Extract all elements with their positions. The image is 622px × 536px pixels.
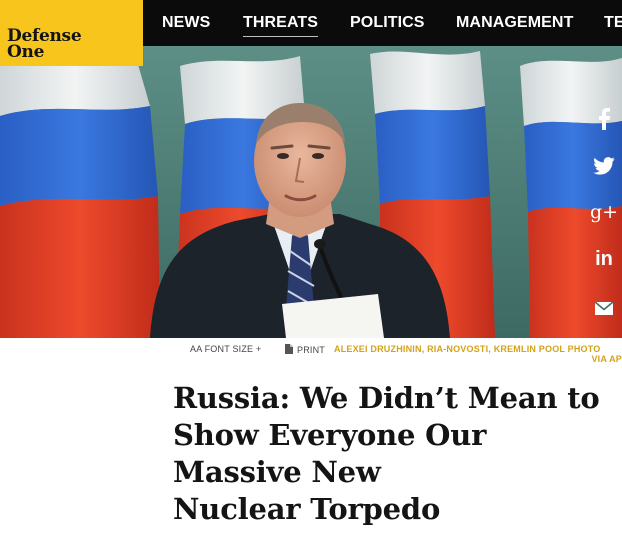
twitter-share-button[interactable] (586, 151, 622, 181)
email-share-button[interactable] (586, 293, 622, 323)
facebook-icon (599, 108, 610, 130)
site-logo[interactable]: Defense One (0, 0, 143, 66)
nav-news[interactable]: NEWS (162, 14, 210, 32)
photo-credit-line-2: VIA AP (591, 354, 622, 364)
photo-credit-line-1: ALEXEI DRUZHININ, RIA-NOVOSTI, KREMLIN P… (334, 344, 601, 354)
nav-tech[interactable]: TE (604, 14, 622, 32)
facebook-share-button[interactable] (586, 104, 622, 134)
print-label: PRINT (297, 345, 325, 355)
google-plus-share-button[interactable]: g+ (586, 197, 622, 227)
google-plus-icon: g+ (589, 201, 619, 223)
hero-photo (0, 46, 622, 338)
twitter-icon (593, 157, 615, 175)
nav-threats[interactable]: THREATS (243, 14, 319, 37)
article-title-line-4: Nuclear Torpedo (173, 492, 441, 526)
hero-image (0, 46, 622, 338)
print-button[interactable]: PRINT (284, 344, 325, 355)
article-title-line-3: Massive New (173, 455, 381, 489)
nav-management[interactable]: MANAGEMENT (456, 14, 573, 32)
logo-line-2: One (7, 42, 45, 62)
article-title: Russia: We Didn’t Mean to Show Everyone … (173, 380, 618, 528)
print-icon (285, 344, 293, 354)
linkedin-share-button[interactable]: in (586, 244, 622, 274)
image-caption-bar: AA FONT SIZE + PRINT ALEXEI DRUZHININ, R… (0, 340, 622, 366)
photo-credit: ALEXEI DRUZHININ, RIA-NOVOSTI, KREMLIN P… (334, 344, 622, 364)
logo-wordmark: Defense One (7, 28, 117, 62)
font-size-control[interactable]: AA FONT SIZE + (190, 344, 261, 354)
article-title-line-2: Show Everyone Our (173, 418, 487, 452)
article-title-line-1: Russia: We Didn’t Mean to (173, 381, 600, 415)
email-icon (595, 301, 613, 315)
nav-politics[interactable]: POLITICS (350, 14, 425, 32)
linkedin-icon: in (595, 247, 613, 270)
